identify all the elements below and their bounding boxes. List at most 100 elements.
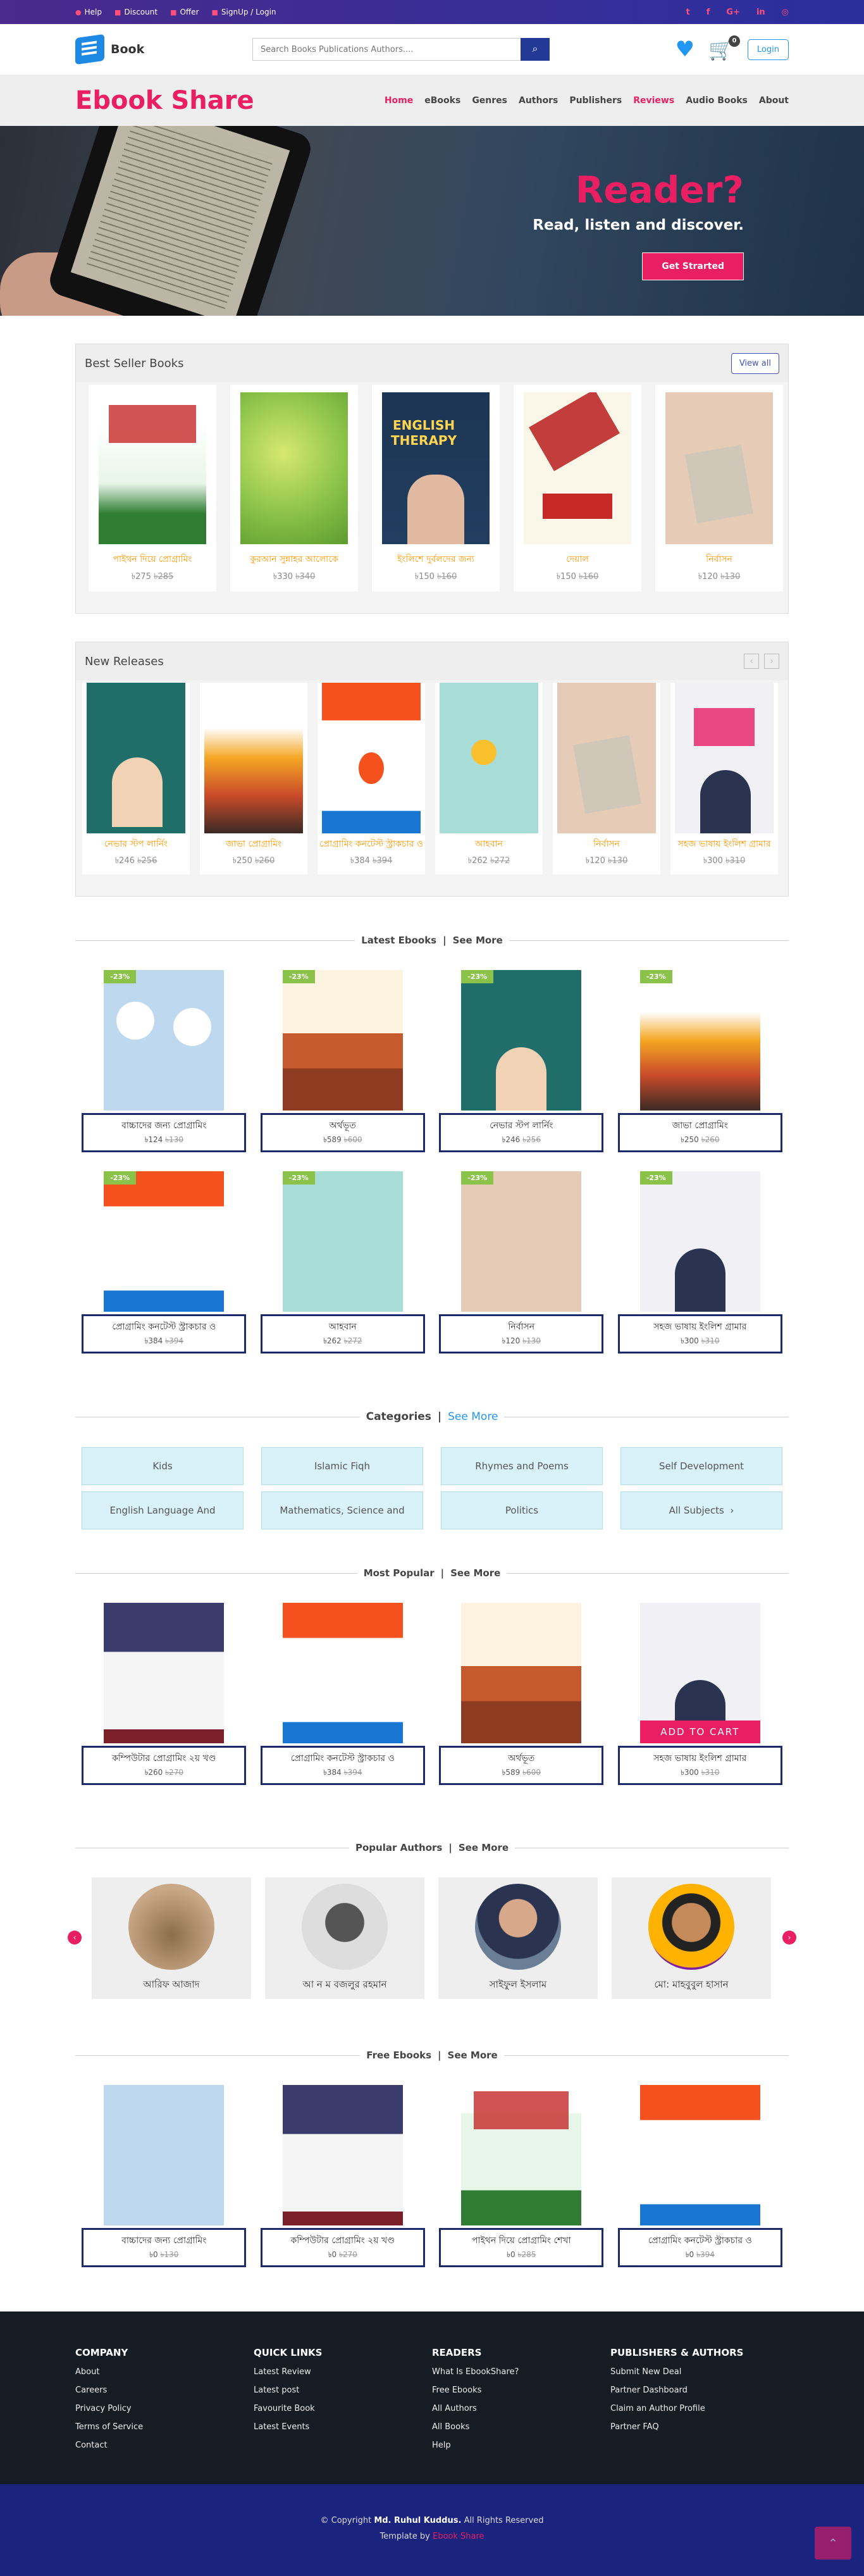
footer-link[interactable]: Free Ebooks xyxy=(432,2386,610,2395)
book-card[interactable]: ADD TO CART সহজ ভাষায় ইংলিশ গ্রামার ৳300 … xyxy=(617,1603,783,1786)
book-card[interactable]: বাচ্চাদের জন্য প্রোগ্রামিং ৳0 ৳130 xyxy=(82,2085,247,2268)
book-card[interactable]: -23% বাচ্চাদের জন্য প্রোগ্রামিং ৳124 ৳130 xyxy=(82,970,247,1153)
footer-link[interactable]: Latest Review xyxy=(254,2367,432,2377)
see-more-link[interactable]: See More xyxy=(453,935,503,946)
login-button[interactable]: Login xyxy=(747,39,789,60)
nav-authors[interactable]: Authors xyxy=(519,96,558,106)
footer-link[interactable]: Submit New Deal xyxy=(610,2367,789,2377)
nav-home[interactable]: Home xyxy=(385,96,413,106)
author-card[interactable]: আরিফ আজাদ xyxy=(92,1877,251,2000)
footer-link[interactable]: About xyxy=(75,2367,254,2377)
book-cover: -23% xyxy=(461,970,582,1111)
footer-link[interactable]: Careers xyxy=(75,2386,254,2395)
book-card[interactable]: -23% নির্বাসন ৳120 ৳130 xyxy=(439,1171,604,1354)
footer-link[interactable]: All Books xyxy=(432,2422,610,2432)
twitter-icon[interactable]: t xyxy=(686,8,689,17)
search-bar: ⌕ xyxy=(252,38,550,61)
add-to-cart-button[interactable]: ADD TO CART xyxy=(639,1720,760,1744)
search-button[interactable]: ⌕ xyxy=(521,38,550,61)
book-card[interactable]: প্রোগ্রামিং কনটেস্ট স্ট্রাকচার ও ৳384 ৳39… xyxy=(260,1603,426,1786)
see-more-link[interactable]: See More xyxy=(450,1567,500,1579)
book-card[interactable]: আহবান ৳262 ৳272 xyxy=(435,683,543,875)
facebook-icon[interactable]: f xyxy=(707,8,710,17)
nav-publishers[interactable]: Publishers xyxy=(569,96,622,106)
nav-genres[interactable]: Genres xyxy=(472,96,507,106)
carousel-prev-icon[interactable]: ‹ xyxy=(68,1931,82,1945)
google-plus-icon[interactable]: G+ xyxy=(726,8,740,17)
category-item[interactable]: English Language And xyxy=(82,1491,244,1530)
offer-link[interactable]: ■ Offer xyxy=(170,8,199,16)
book-card[interactable]: -23% সহজ ভাষায় ইংলিশ গ্রামার ৳300 ৳310 xyxy=(617,1171,783,1354)
nav-about[interactable]: About xyxy=(759,96,789,106)
next-arrow-icon[interactable]: › xyxy=(764,654,779,669)
back-to-top-icon[interactable]: ⌃ xyxy=(815,2527,851,2560)
footer-link[interactable]: What Is EbookShare? xyxy=(432,2367,610,2377)
nav-reviews[interactable]: Reviews xyxy=(633,96,674,106)
book-card[interactable]: কম্পিউটার প্রোগ্রামিং ২য় খণ্ড ৳260 ৳270 xyxy=(82,1603,247,1786)
book-card[interactable]: ENGLISH THERAPY ইংলিশে দুর্বলদের জন্য ৳150 … xyxy=(372,385,500,592)
cart-icon[interactable]: 🛒 0 xyxy=(708,35,740,59)
category-item[interactable]: Rhymes and Poems xyxy=(441,1447,603,1486)
footer-link[interactable]: Claim an Author Profile xyxy=(610,2404,789,2413)
help-link[interactable]: ● Help xyxy=(75,8,102,16)
see-more-link[interactable]: See More xyxy=(448,1410,498,1423)
author-card[interactable]: সাইফুল ইসলাম xyxy=(438,1877,598,2000)
book-card[interactable]: সহজ ভাষায় ইংলিশ গ্রামার ৳300 ৳310 xyxy=(670,683,778,875)
book-card[interactable]: প্রোগ্রামিং কনটেস্ট স্ট্রাকচার ও ৳384 ৳39… xyxy=(318,683,425,875)
template-link[interactable]: Ebook Share xyxy=(433,2532,484,2541)
nav-audio-books[interactable]: Audio Books xyxy=(686,96,748,106)
book-card[interactable]: অর্থভূত ৳589 ৳600 xyxy=(439,1603,604,1786)
view-all-button[interactable]: View all xyxy=(731,352,779,374)
book-card[interactable]: জাভা প্রোগ্রামিং ৳250 ৳260 xyxy=(200,683,307,875)
book-cover: -23% xyxy=(639,1171,760,1312)
category-item[interactable]: Islamic Fiqh xyxy=(261,1447,423,1486)
see-more-link[interactable]: See More xyxy=(459,1842,509,1853)
category-item[interactable]: Politics xyxy=(441,1491,603,1530)
category-item[interactable]: Kids xyxy=(82,1447,244,1486)
book-card[interactable]: নির্বাসন ৳120 ৳130 xyxy=(655,385,783,592)
search-input[interactable] xyxy=(252,38,521,61)
book-card[interactable]: পাইথন দিয়ে প্রোগ্রামিং ৳275 ৳285 xyxy=(89,385,216,592)
category-all-subjects[interactable]: All Subjects › xyxy=(620,1491,782,1530)
prev-arrow-icon[interactable]: ‹ xyxy=(744,654,759,669)
book-card[interactable]: প্রোগ্রামিং কনটেস্ট স্ট্রাকচার ও ৳0 ৳394 xyxy=(617,2085,783,2268)
discount-link[interactable]: ■ Discount xyxy=(114,8,157,16)
footer-link[interactable]: Help xyxy=(432,2441,610,2450)
category-item[interactable]: Self Development xyxy=(620,1447,782,1486)
footer-link[interactable]: All Authors xyxy=(432,2404,610,2413)
brand-name[interactable]: Ebook Share xyxy=(75,86,254,115)
footer-link[interactable]: Privacy Policy xyxy=(75,2404,254,2413)
footer-link[interactable]: Terms of Service xyxy=(75,2422,254,2432)
site-logo[interactable]: Book xyxy=(75,34,252,65)
book-card[interactable]: -23% প্রোগ্রামিং কনটেস্ট স্ট্রাকচার ও ৳384… xyxy=(82,1171,247,1354)
book-card[interactable]: -23% জাভা প্রোগ্রামিং ৳250 ৳260 xyxy=(617,970,783,1153)
nav-ebooks[interactable]: eBooks xyxy=(424,96,460,106)
instagram-icon[interactable]: ◎ xyxy=(782,8,789,17)
book-card[interactable]: দেয়াল ৳150 ৳160 xyxy=(514,385,641,592)
footer-link[interactable]: Partner Dashboard xyxy=(610,2386,789,2395)
book-card[interactable]: নেভার স্টপ লার্নিং ৳246 ৳256 xyxy=(82,683,190,875)
footer-link[interactable]: Favourite Book xyxy=(254,2404,432,2413)
author-card[interactable]: মো: মাহবুবুল হাসান xyxy=(612,1877,771,2000)
book-card[interactable]: কুরআন সুন্নাহর আলোকে ৳330 ৳340 xyxy=(230,385,358,592)
linkedin-icon[interactable]: in xyxy=(756,8,765,17)
get-started-button[interactable]: Get Strarted xyxy=(642,252,744,280)
book-card[interactable]: কম্পিউটার প্রোগ্রামিং ২য় খণ্ড ৳0 ৳270 xyxy=(260,2085,426,2268)
category-item[interactable]: Mathematics, Science and xyxy=(261,1491,423,1530)
avatar xyxy=(302,1883,388,1970)
footer-link[interactable]: Contact xyxy=(75,2441,254,2450)
book-card[interactable]: নির্বাসন ৳120 ৳130 xyxy=(553,683,660,875)
carousel-next-icon[interactable]: › xyxy=(782,1931,796,1945)
book-card[interactable]: -23% আহবান ৳262 ৳272 xyxy=(260,1171,426,1354)
wishlist-icon[interactable]: ♥ xyxy=(676,39,694,60)
avatar xyxy=(128,1883,214,1970)
footer-link[interactable]: Latest Events xyxy=(254,2422,432,2432)
footer-link[interactable]: Partner FAQ xyxy=(610,2422,789,2432)
signup-link[interactable]: ■ SignUp / Login xyxy=(212,8,276,16)
footer-link[interactable]: Latest post xyxy=(254,2386,432,2395)
book-card[interactable]: -23% নেভার স্টপ লার্নিং ৳246 ৳256 xyxy=(439,970,604,1153)
book-card[interactable]: -23% অর্থভূত ৳589 ৳600 xyxy=(260,970,426,1153)
author-card[interactable]: আ ন ম বজলুর রহমান xyxy=(265,1877,424,2000)
book-card[interactable]: পাইথন দিয়ে প্রোগ্রামিং শেখা ৳0 ৳285 xyxy=(439,2085,604,2268)
see-more-link[interactable]: See More xyxy=(448,2050,498,2061)
